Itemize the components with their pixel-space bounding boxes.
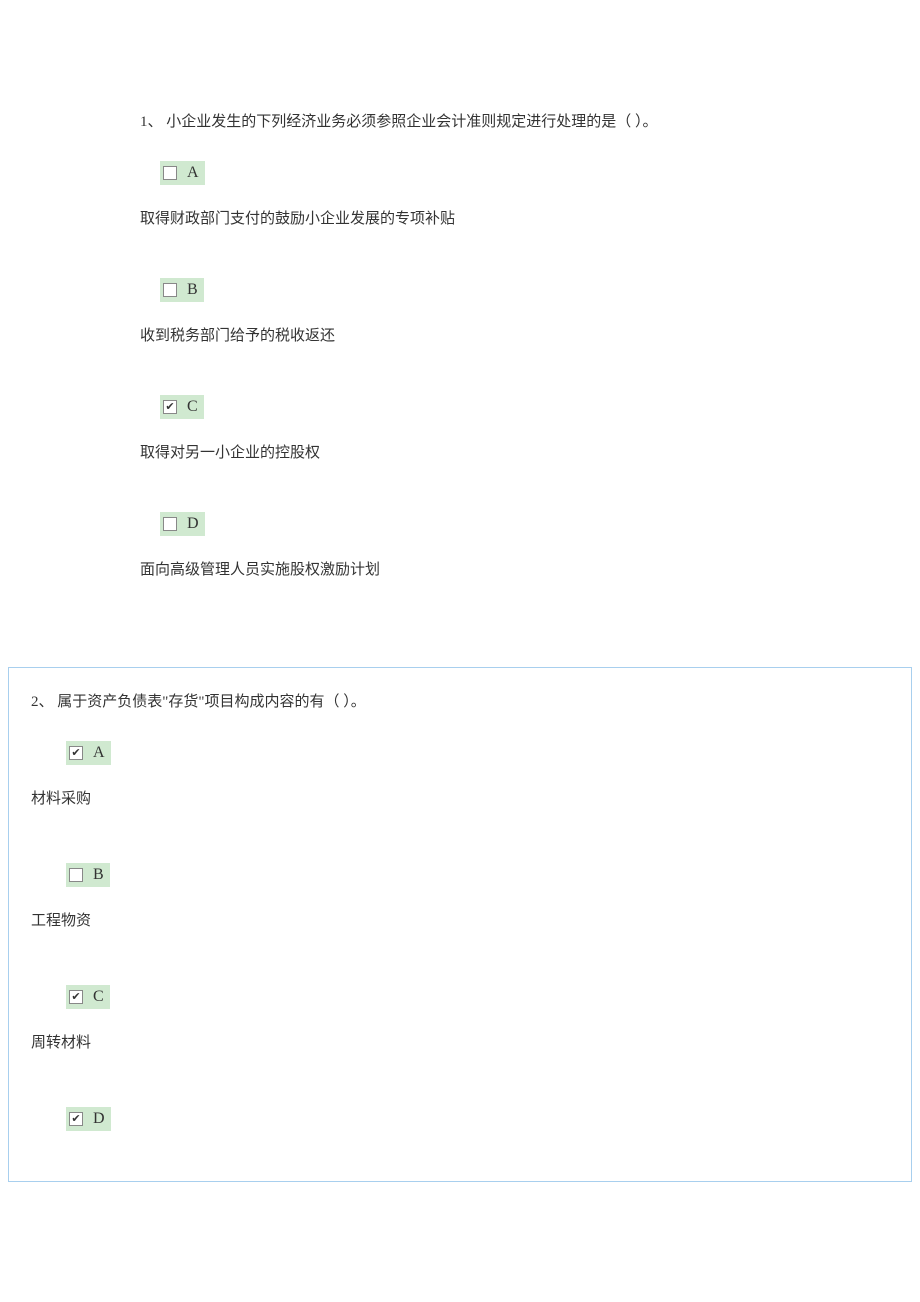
option-text: 材料采购: [31, 787, 889, 808]
option-text: 取得对另一小企业的控股权: [140, 441, 920, 462]
checkbox-icon: [163, 283, 177, 297]
checkbox-wrap-b[interactable]: B: [160, 278, 204, 302]
question-body: 属于资产负债表"存货"项目构成内容的有（ ）。: [57, 694, 366, 710]
checkbox-wrap-a[interactable]: A: [160, 161, 205, 185]
checkbox-icon: [69, 746, 83, 760]
option-a: A 取得财政部门支付的鼓励小企业发展的专项补贴: [140, 161, 920, 228]
option-d: D: [31, 1107, 889, 1131]
option-letter: D: [187, 515, 199, 533]
checkbox-wrap-d[interactable]: D: [66, 1107, 111, 1131]
option-letter: A: [187, 164, 199, 182]
option-letter: C: [187, 398, 198, 416]
option-text: 面向高级管理人员实施股权激励计划: [140, 558, 920, 579]
option-letter: B: [187, 281, 198, 299]
option-c: C 取得对另一小企业的控股权: [140, 395, 920, 462]
checkbox-wrap-b[interactable]: B: [66, 863, 110, 887]
option-letter: C: [93, 988, 104, 1006]
checkbox-icon: [163, 166, 177, 180]
option-a: A 材料采购: [31, 741, 889, 808]
option-b: B 工程物资: [31, 863, 889, 930]
checkbox-icon: [163, 517, 177, 531]
checkbox-wrap-a[interactable]: A: [66, 741, 111, 765]
option-letter: A: [93, 744, 105, 762]
question-text: 1、 小企业发生的下列经济业务必须参照企业会计准则规定进行处理的是（ ）。: [140, 110, 920, 131]
question-body: 小企业发生的下列经济业务必须参照企业会计准则规定进行处理的是（ ）。: [166, 114, 657, 130]
option-b: B 收到税务部门给予的税收返还: [140, 278, 920, 345]
checkbox-icon: [69, 868, 83, 882]
question-1: 1、 小企业发生的下列经济业务必须参照企业会计准则规定进行处理的是（ ）。 A …: [0, 0, 920, 659]
checkbox-wrap-c[interactable]: C: [66, 985, 110, 1009]
checkbox-wrap-c[interactable]: C: [160, 395, 204, 419]
question-text: 2、 属于资产负债表"存货"项目构成内容的有（ ）。: [31, 690, 889, 711]
option-c: C 周转材料: [31, 985, 889, 1052]
question-number: 2、: [31, 694, 54, 710]
option-letter: D: [93, 1110, 105, 1128]
checkbox-icon: [69, 1112, 83, 1126]
checkbox-icon: [69, 990, 83, 1004]
option-text: 取得财政部门支付的鼓励小企业发展的专项补贴: [140, 207, 920, 228]
option-text: 周转材料: [31, 1031, 889, 1052]
option-d: D 面向高级管理人员实施股权激励计划: [140, 512, 920, 579]
option-letter: B: [93, 866, 104, 884]
question-number: 1、: [140, 114, 163, 130]
checkbox-wrap-d[interactable]: D: [160, 512, 205, 536]
checkbox-icon: [163, 400, 177, 414]
option-text: 收到税务部门给予的税收返还: [140, 324, 920, 345]
question-2: 2、 属于资产负债表"存货"项目构成内容的有（ ）。 A 材料采购 B 工程物资…: [8, 667, 912, 1182]
option-text: 工程物资: [31, 909, 889, 930]
